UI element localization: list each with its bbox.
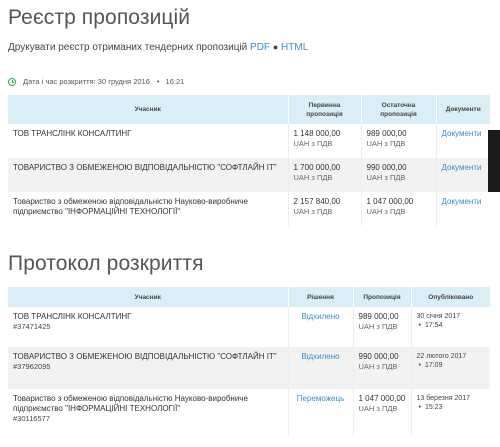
decision-cell: Відхилено: [288, 347, 354, 389]
print-html-link[interactable]: HTML: [281, 42, 308, 53]
initial-offer: 1 148 000,00: [293, 129, 341, 138]
print-pdf-link[interactable]: PDF: [250, 42, 270, 53]
table-row: Товариство з обмеженою відповідальністю …: [8, 389, 490, 437]
participant-name: ТОВ ТРАНСЛІНК КОНСАЛТИНГ: [8, 124, 289, 158]
final-offer-cell: 990 000,00 UAH з ПДВ: [361, 158, 437, 192]
published-date: 30 січня 2017: [416, 313, 461, 320]
table-row: ТОВАРИСТВО З ОБМЕЖЕНОЮ ВІДПОВІДАЛЬНІСТЮ …: [8, 158, 490, 192]
participant-cell: ТОВАРИСТВО З ОБМЕЖЕНОЮ ВІДПОВІДАЛЬНІСТЮ …: [8, 347, 289, 389]
col-participant: Учасник: [8, 287, 289, 307]
protocol-table: Учасник Рішення Пропозиція Опубліковано …: [8, 287, 490, 437]
bullet-separator: •: [156, 77, 160, 86]
offer-price: 990 000,00: [358, 352, 399, 361]
col-documents: Документи: [436, 95, 490, 124]
print-registry-label: Друкувати реєстр отриманих тендерних про…: [8, 42, 248, 53]
participant-cell: ТОВ ТРАНСЛІНК КОНСАЛТИНГ #37471425: [8, 307, 289, 347]
vat-label: UAH з ПДВ: [358, 322, 398, 331]
published-cell: 30 січня 2017 • 17:54: [416, 313, 461, 329]
decision-cell: Переможець: [288, 389, 354, 437]
offer-cell: 990 000,00 UAH з ПДВ: [353, 347, 412, 389]
participant-name: ТОВ ТРАНСЛІНК КОНСАЛТИНГ: [13, 312, 132, 321]
offer-price: 989 000,00: [358, 312, 399, 321]
decision-link[interactable]: Переможець: [297, 394, 345, 403]
col-participant: Учасник: [8, 95, 289, 124]
table-row: Товариство з обмеженою відповідальністю …: [8, 192, 490, 226]
protocol-title: Протокол розкриття: [8, 252, 204, 275]
decision-link[interactable]: Відхилено: [301, 352, 339, 361]
print-registry-line: Друкувати реєстр отриманих тендерних про…: [8, 42, 308, 53]
final-offer-cell: 989 000,00 UAH з ПДВ: [361, 124, 437, 158]
documents-link[interactable]: Документи: [442, 197, 482, 206]
participant-name: Товариство з обмеженою відповідальністю …: [8, 192, 289, 226]
vat-label: UAH з ПДВ: [293, 207, 333, 216]
documents-cell: Документи: [436, 192, 490, 226]
registry-title: Реєстр пропозицій: [8, 6, 191, 29]
table-row: ТОВ ТРАНСЛІНК КОНСАЛТИНГ 1 148 000,00 UAH…: [8, 124, 490, 158]
initial-offer-cell: 2 157 840,00 UAH з ПДВ: [288, 192, 362, 226]
offer-price: 1 047 000,00: [358, 394, 406, 403]
participant-name: ТОВАРИСТВО З ОБМЕЖЕНОЮ ВІДПОВІДАЛЬНІСТЮ …: [8, 158, 289, 192]
published-date: 13 березня 2017: [416, 395, 471, 402]
col-offer: Пропозиція: [353, 287, 412, 307]
scrollbar[interactable]: [488, 130, 500, 192]
separator-dot: ●: [272, 42, 279, 52]
documents-link[interactable]: Документи: [442, 163, 482, 172]
initial-offer-cell: 1 148 000,00 UAH з ПДВ: [288, 124, 362, 158]
initial-offer: 1 700 000,00: [293, 163, 341, 172]
participant-code: #37471425: [13, 322, 51, 331]
offer-cell: 1 047 000,00 UAH з ПДВ: [353, 389, 412, 437]
participant-cell: Товариство з обмеженою відповідальністю …: [8, 389, 289, 437]
documents-cell: Документи: [436, 158, 490, 192]
participant-name: ТОВАРИСТВО З ОБМЕЖЕНОЮ ВІДПОВІДАЛЬНІСТЮ …: [13, 352, 277, 361]
final-offer: 1 047 000,00: [366, 197, 414, 206]
vat-label: UAH з ПДВ: [358, 362, 398, 371]
participant-code: #30116577: [13, 414, 50, 423]
published-time: 15:23: [424, 404, 443, 411]
col-initial-offer: Первинна пропозиція: [288, 95, 362, 124]
final-offer: 989 000,00: [366, 129, 407, 138]
clock-icon: [8, 77, 16, 86]
col-final-offer: Остаточна пропозиція: [361, 95, 437, 124]
published-cell: 22 лютого 2017 • 17:09: [411, 347, 490, 389]
registry-header-row: Учасник Первинна пропозиція Остаточна пр…: [8, 95, 490, 124]
published-cell: 13 березня 2017 • 15:23: [416, 395, 471, 411]
table-row: ТОВАРИСТВО З ОБМЕЖЕНОЮ ВІДПОВІДАЛЬНІСТЮ …: [8, 347, 490, 389]
participant-name: Товариство з обмеженою відповідальністю …: [13, 394, 248, 413]
participant-code: #37962095: [13, 362, 51, 371]
final-offer-cell: 1 047 000,00 UAH з ПДВ: [361, 192, 437, 226]
offer-cell: 989 000,00 UAH з ПДВ: [353, 307, 412, 347]
vat-label: UAH з ПДВ: [366, 173, 406, 182]
opening-time: 16:21: [165, 77, 185, 86]
published-time: 17:09: [424, 362, 443, 369]
col-published: Опубліковано: [411, 287, 490, 307]
decision-cell: Відхилено: [288, 307, 354, 347]
published-date: 22 лютого 2017: [416, 353, 467, 360]
decision-link[interactable]: Відхилено: [301, 312, 339, 321]
vat-label: UAH з ПДВ: [293, 173, 333, 182]
col-decision: Рішення: [288, 287, 354, 307]
vat-label: UAH з ПДВ: [366, 207, 406, 216]
opening-date-label: Дата і час розкриття: 30 грудня 2016: [23, 77, 150, 86]
initial-offer-cell: 1 700 000,00 UAH з ПДВ: [288, 158, 362, 192]
documents-cell: Документи: [436, 124, 490, 158]
opening-datetime: Дата і час розкриття: 30 грудня 2016 • 1…: [8, 77, 184, 86]
vat-label: UAH з ПДВ: [358, 404, 398, 413]
published-time: 17:54: [424, 322, 443, 329]
vat-label: UAH з ПДВ: [293, 139, 333, 148]
initial-offer: 2 157 840,00: [293, 197, 341, 206]
vat-label: UAH з ПДВ: [366, 139, 406, 148]
documents-link[interactable]: Документи: [442, 129, 482, 138]
protocol-header-row: Учасник Рішення Пропозиція Опубліковано: [8, 287, 490, 307]
registry-table: Учасник Первинна пропозиція Остаточна пр…: [8, 95, 490, 226]
table-row: ТОВ ТРАНСЛІНК КОНСАЛТИНГ #37471425 Відхил…: [8, 307, 490, 347]
final-offer: 990 000,00: [366, 163, 407, 172]
